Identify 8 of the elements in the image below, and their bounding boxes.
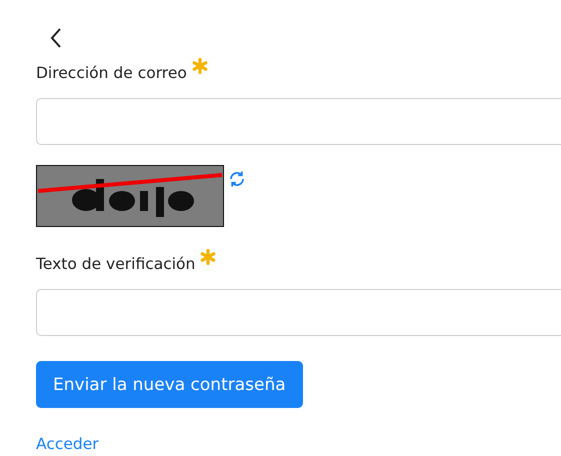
input-field[interactable]	[36, 98, 561, 145]
field-label: Dirección de correo	[36, 63, 187, 84]
submit-button[interactable]: Enviar la nueva contraseña	[36, 361, 303, 408]
field-label: Texto de verificación	[36, 254, 196, 275]
input-field[interactable]	[36, 289, 561, 336]
refresh-icon[interactable]	[228, 170, 246, 188]
chevron-left-icon	[49, 26, 63, 48]
login-link[interactable]: Acceder	[36, 435, 99, 453]
